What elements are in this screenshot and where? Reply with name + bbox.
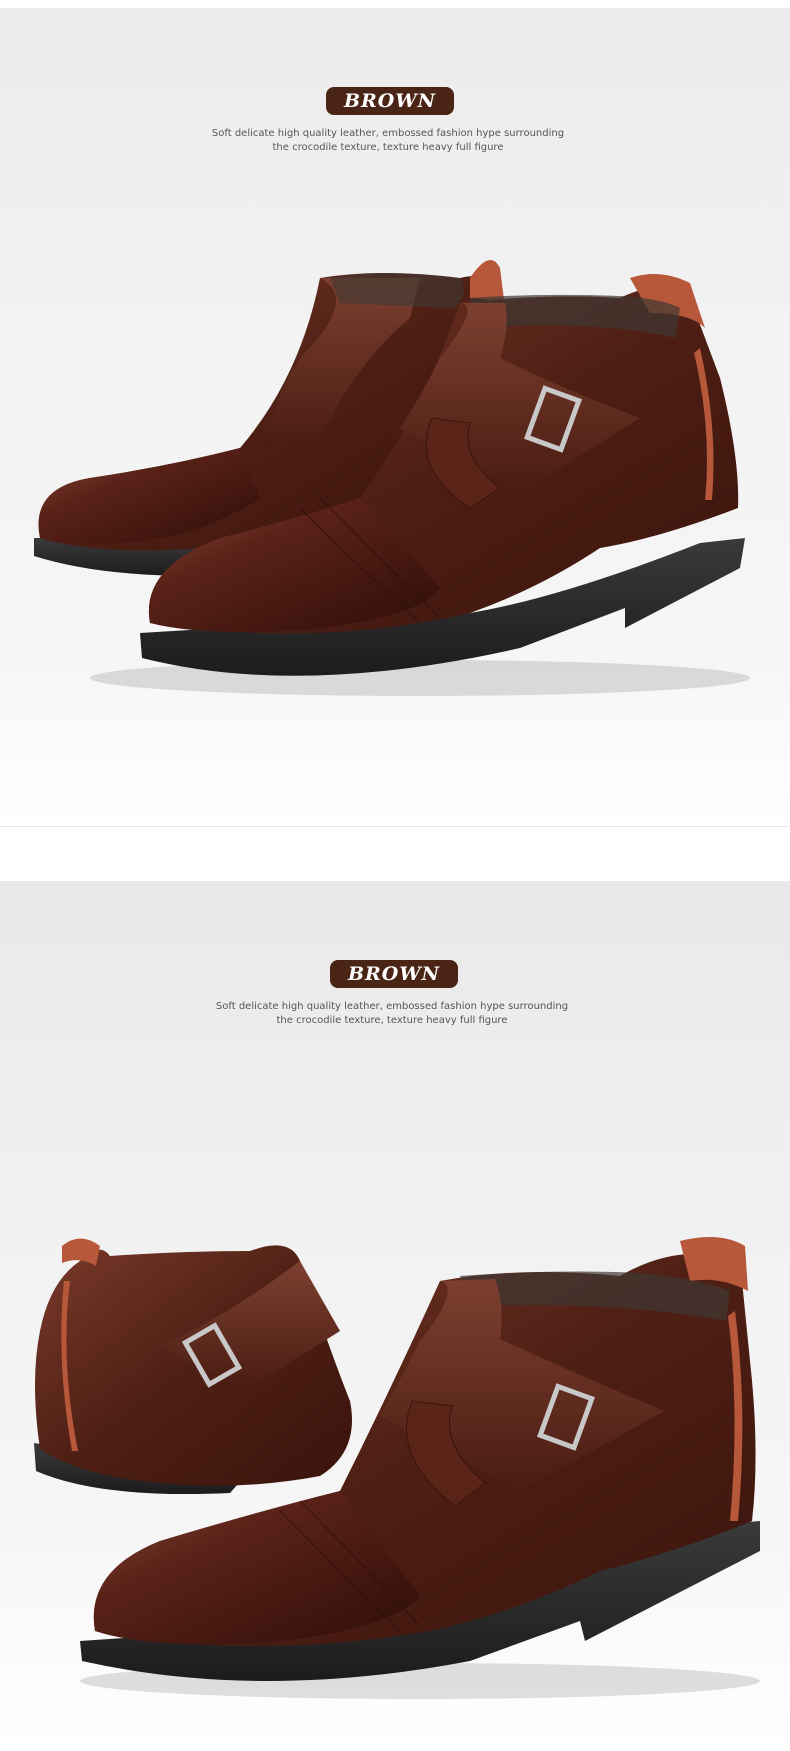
back-boot bbox=[34, 1238, 352, 1495]
description-line-2: the crocodile texture, texture heavy ful… bbox=[272, 142, 504, 153]
section-divider bbox=[0, 826, 790, 827]
description-line-2: the crocodile texture, texture heavy ful… bbox=[276, 1015, 508, 1026]
description-line-1: Soft delicate high quality leather, embo… bbox=[211, 128, 565, 139]
product-description: Soft delicate high quality leather, embo… bbox=[178, 127, 598, 155]
product-panel-2: BROWN Soft delicate high quality leather… bbox=[0, 881, 790, 1751]
product-photo-boots bbox=[34, 1237, 760, 1699]
product-panel-1: BROWN Soft delicate high quality leather… bbox=[0, 8, 790, 826]
description-line-1: Soft delicate high quality leather, embo… bbox=[215, 1001, 569, 1012]
color-tag: BROWN bbox=[326, 87, 454, 115]
product-photo-boots bbox=[34, 260, 750, 696]
product-description: Soft delicate high quality leather, embo… bbox=[182, 1000, 602, 1028]
color-tag: BROWN bbox=[330, 960, 458, 988]
